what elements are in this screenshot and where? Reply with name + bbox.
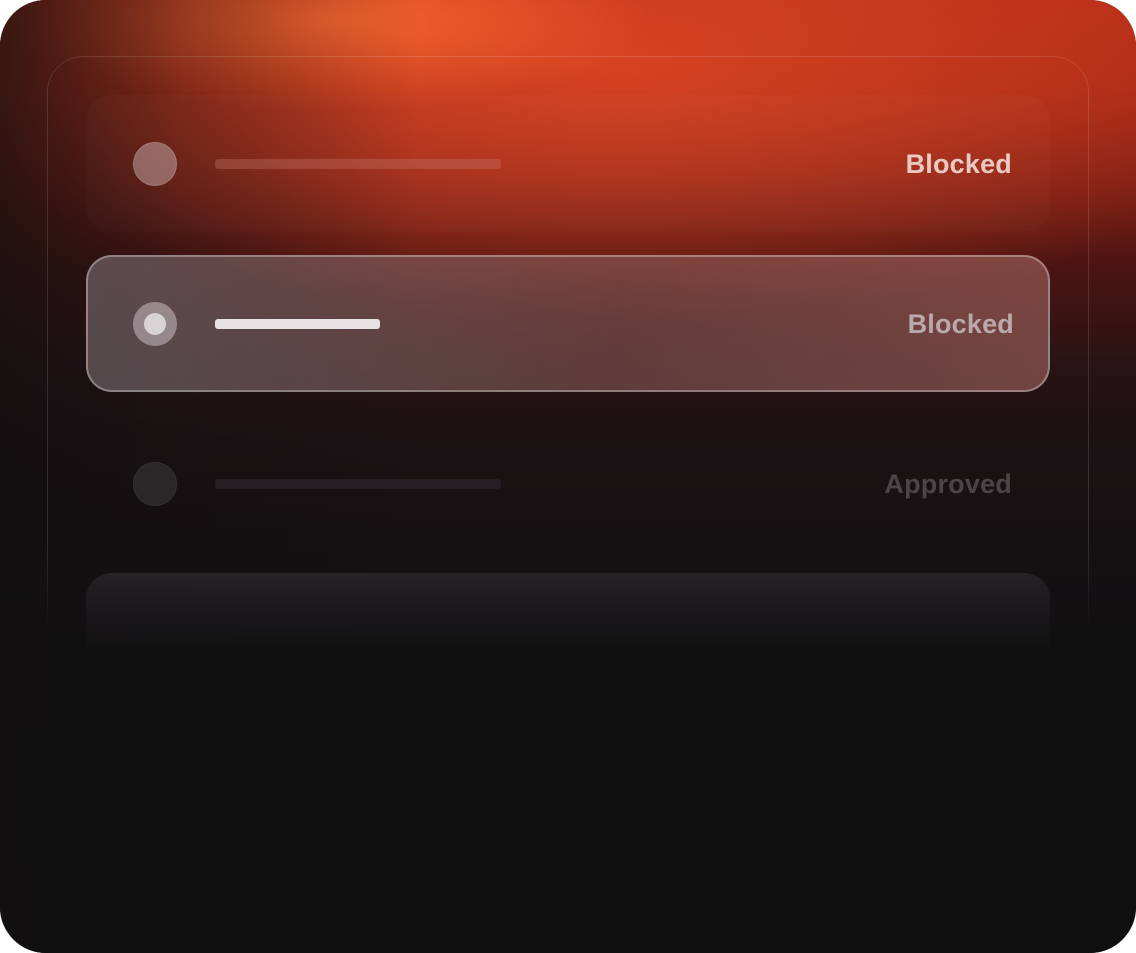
list-item-faded: [86, 573, 1050, 710]
list-item-selected[interactable]: Blocked: [86, 255, 1050, 392]
radio-button[interactable]: [133, 462, 177, 506]
policy-card: Blocked Blocked Approved: [0, 0, 1136, 953]
placeholder-label-bar: [215, 479, 501, 489]
list-item[interactable]: Approved: [86, 415, 1050, 552]
placeholder-label-bar: [215, 319, 380, 329]
list-item[interactable]: Blocked: [86, 95, 1050, 232]
status-label: Blocked: [905, 149, 1012, 179]
placeholder-label-bar: [215, 159, 501, 169]
radio-dot-icon: [144, 313, 166, 335]
radio-button[interactable]: [133, 142, 177, 186]
status-label: Approved: [884, 469, 1012, 499]
status-label: Blocked: [907, 309, 1014, 339]
radio-button-selected[interactable]: [133, 302, 177, 346]
